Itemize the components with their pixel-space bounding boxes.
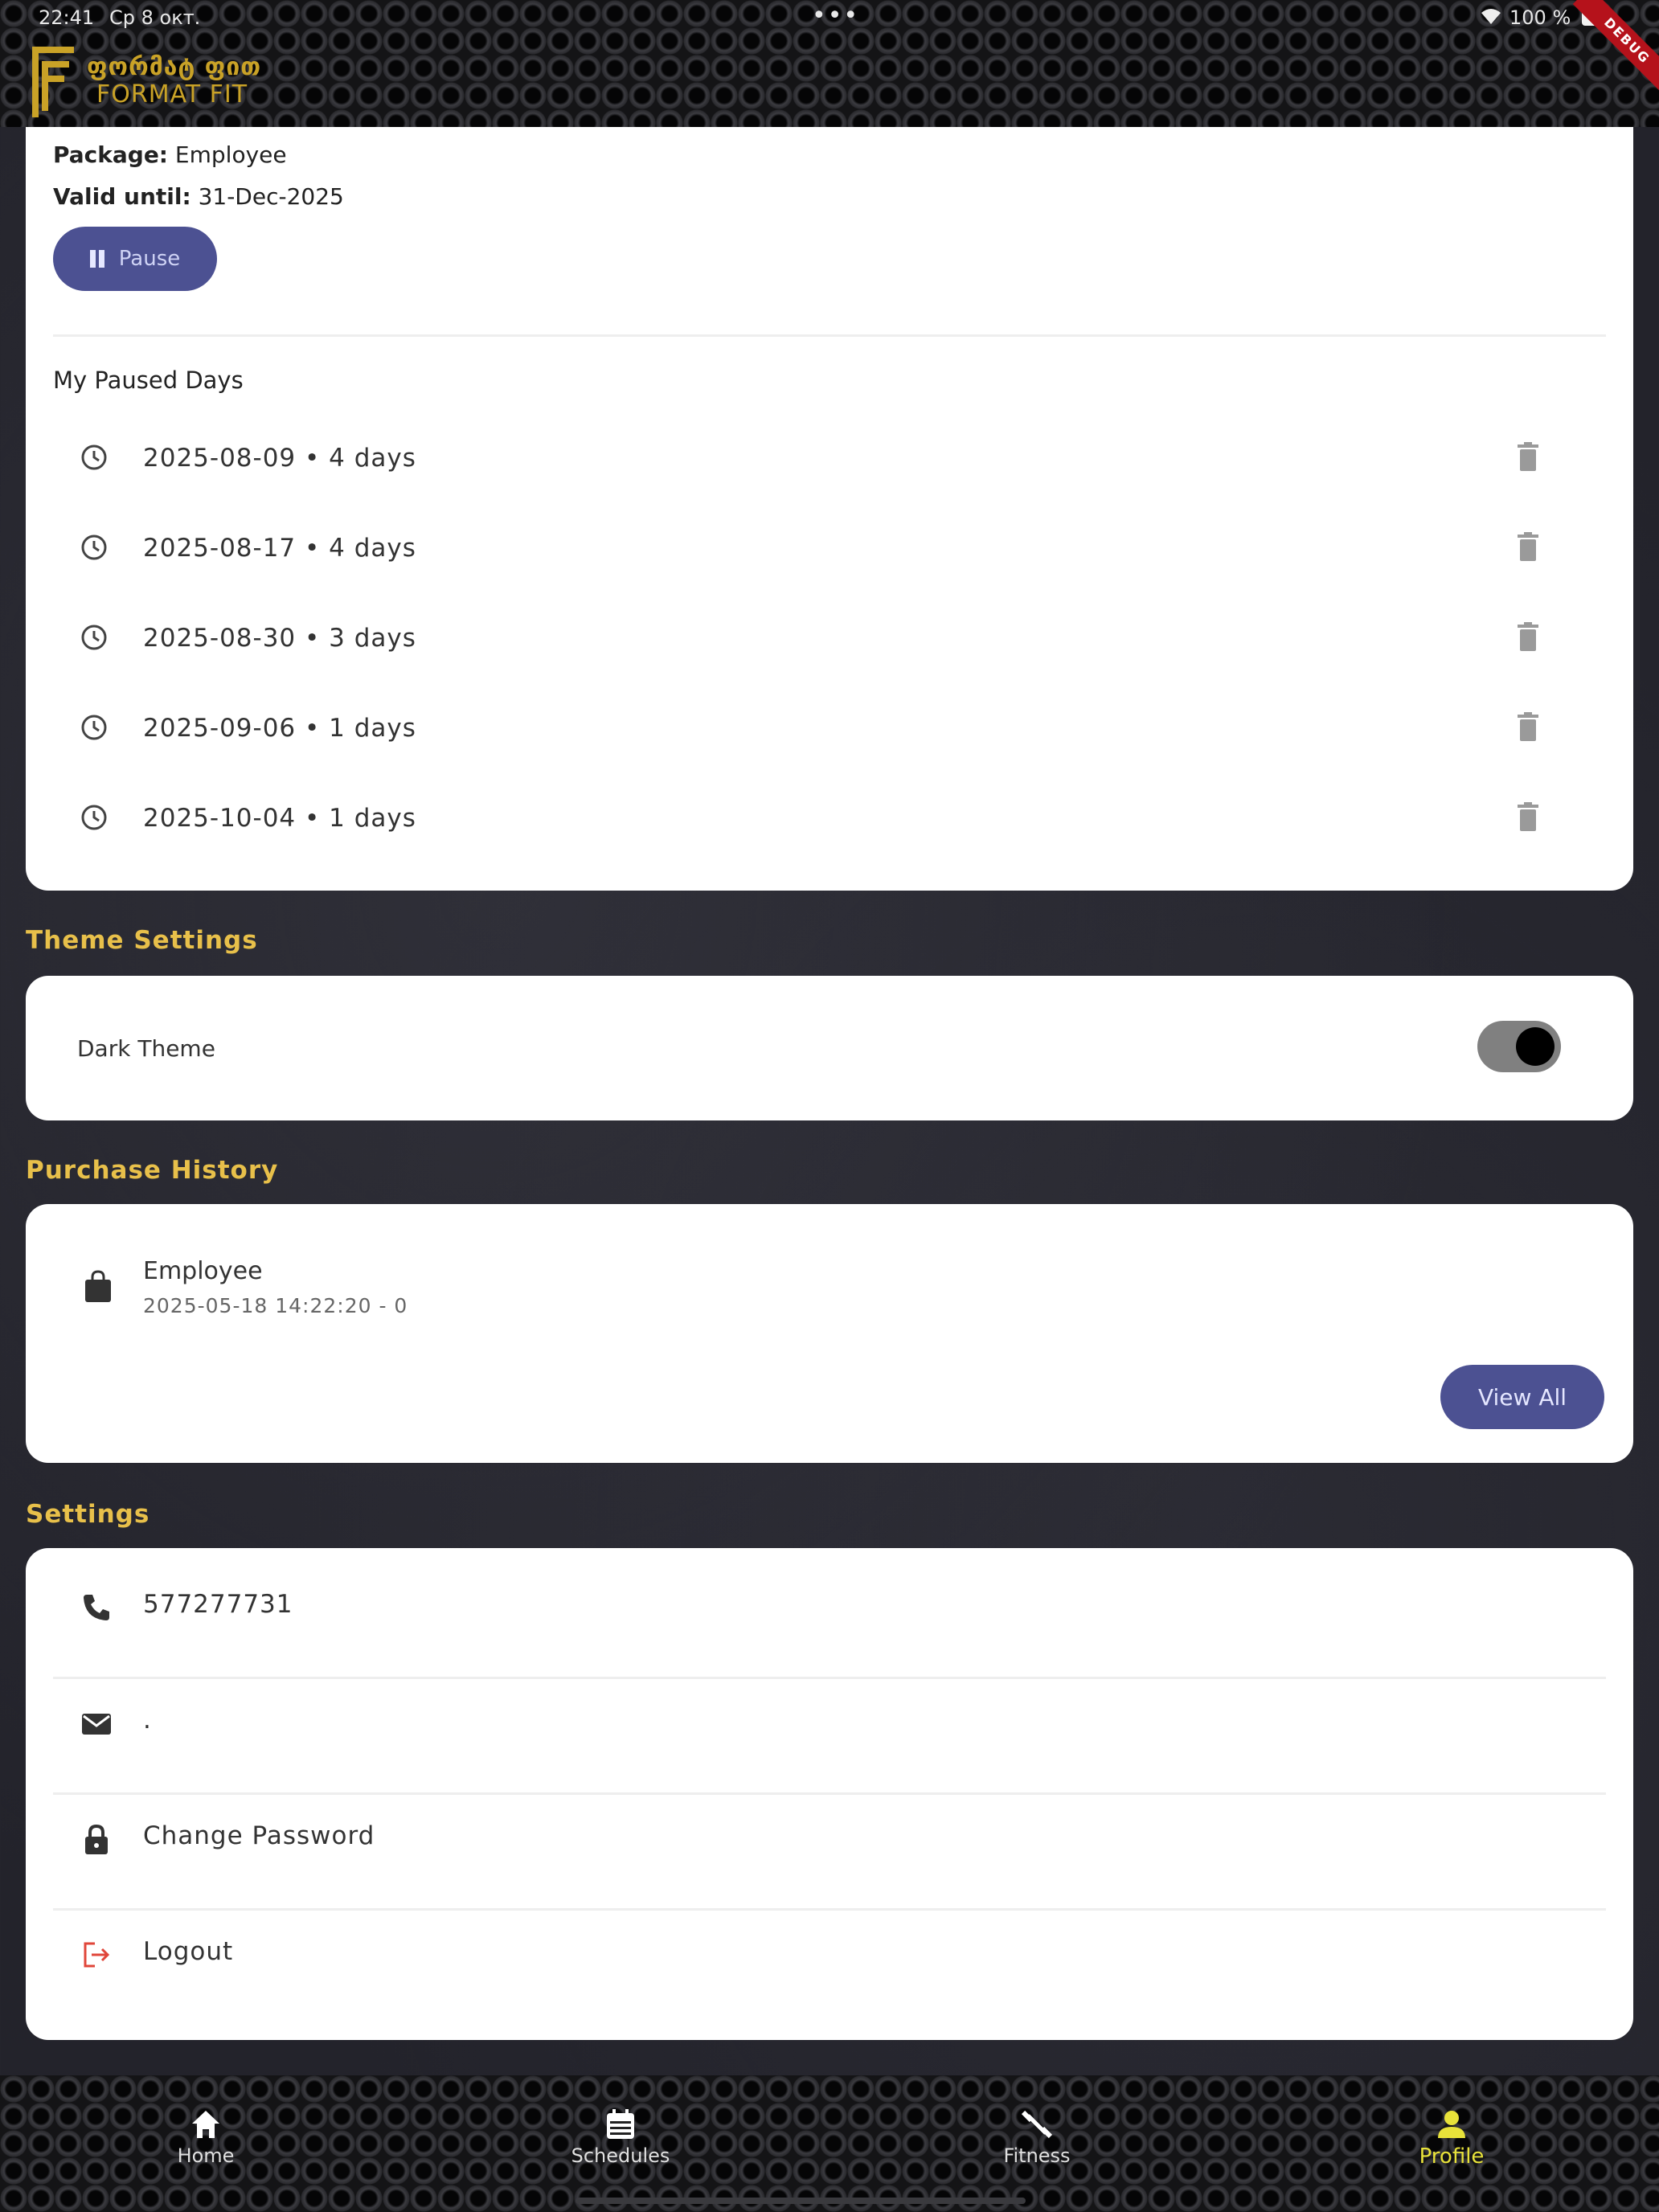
bottom-navigation: Home Schedules Fitness Profile (0, 2075, 1659, 2212)
package-label: Package: (53, 141, 169, 168)
nav-home-label: Home (177, 2144, 235, 2167)
dark-theme-label: Dark Theme (77, 1035, 215, 1062)
delete-icon[interactable] (1518, 442, 1538, 471)
clock-icon (81, 535, 107, 560)
theme-settings-title: Theme Settings (26, 926, 258, 955)
pause-icon (89, 250, 104, 268)
paused-day-text: 2025-10-04 • 1 days (143, 804, 416, 833)
nav-profile-label: Profile (1419, 2144, 1485, 2169)
person-icon (1438, 2111, 1465, 2138)
delete-icon[interactable] (1518, 802, 1538, 831)
paused-day-row: 2025-08-30 • 3 days (26, 603, 1633, 675)
nav-profile[interactable]: Profile (1371, 2108, 1532, 2188)
status-date: Ср 8 окт. (109, 6, 201, 29)
valid-until-label: Valid until: (53, 183, 191, 210)
logout-row[interactable]: Logout (26, 1895, 1633, 2011)
pause-button[interactable]: Pause (53, 227, 217, 291)
delete-icon[interactable] (1518, 622, 1538, 651)
app-logo: ფორმატ ფით FORMAT FIT (29, 40, 270, 121)
divider (53, 334, 1606, 337)
purchase-history-title: Purchase History (26, 1156, 279, 1185)
nav-fitness[interactable]: Fitness (956, 2108, 1117, 2188)
clock-icon (81, 625, 107, 650)
phone-number: 577277731 (143, 1590, 293, 1619)
valid-until-row: Valid until: 31-Dec-2025 (53, 183, 344, 210)
change-password-row[interactable]: Change Password (26, 1780, 1633, 1895)
package-value: Employee (174, 141, 287, 168)
purchase-date: 2025-05-18 14:22:20 - 0 (143, 1294, 408, 1317)
settings-email-row[interactable]: . (26, 1664, 1633, 1780)
paused-days-title: My Paused Days (53, 367, 244, 394)
pause-button-label: Pause (118, 247, 181, 271)
settings-card: 577277731 . Change Password Logout (26, 1548, 1633, 2040)
paused-day-row: 2025-08-17 • 4 days (26, 513, 1633, 585)
settings-title: Settings (26, 1500, 150, 1529)
valid-until-value: 31-Dec-2025 (198, 183, 344, 210)
lock-icon (85, 1824, 108, 1854)
multitasking-dots[interactable]: ••• (812, 2, 859, 30)
clock-icon (81, 444, 107, 470)
wifi-icon (1479, 6, 1503, 31)
purchase-name: Employee (143, 1257, 263, 1285)
paused-day-text: 2025-09-06 • 1 days (143, 714, 416, 743)
purchase-history-card: Employee 2025-05-18 14:22:20 - 0 View Al… (26, 1204, 1633, 1463)
paused-day-text: 2025-08-17 • 4 days (143, 534, 416, 563)
view-all-button[interactable]: View All (1440, 1365, 1604, 1429)
app-header: 22:41 Ср 8 окт. ••• 100 % DEBUG ფორმატ ფ… (0, 0, 1659, 127)
status-bar: 22:41 Ср 8 окт. ••• 100 % (0, 0, 1659, 35)
delete-icon[interactable] (1518, 712, 1538, 741)
settings-phone-row[interactable]: 577277731 (26, 1548, 1633, 1664)
phone-icon (84, 1595, 109, 1620)
theme-settings-card: Dark Theme (26, 976, 1633, 1120)
membership-card: Package: Employee Valid until: 31-Dec-20… (26, 127, 1633, 891)
toggle-knob (1516, 1027, 1555, 1066)
package-row: Package: Employee (53, 141, 287, 168)
logout-label: Logout (143, 1937, 234, 1966)
dark-theme-toggle[interactable] (1477, 1021, 1561, 1072)
logo-text-georgian: ფორმატ ფით (87, 53, 262, 81)
home-icon (192, 2111, 219, 2138)
email-icon (82, 1714, 111, 1735)
paused-day-row: 2025-08-09 • 4 days (26, 423, 1633, 495)
change-password-label: Change Password (143, 1821, 375, 1850)
logout-icon (84, 1942, 110, 1968)
format-fit-logo-icon (32, 47, 74, 117)
status-time: 22:41 (39, 6, 95, 29)
battery-percentage: 100 % (1509, 6, 1571, 29)
paused-day-row: 2025-09-06 • 1 days (26, 693, 1633, 765)
shopping-bag-icon (85, 1270, 111, 1302)
nav-schedules[interactable]: Schedules (540, 2108, 701, 2188)
delete-icon[interactable] (1518, 532, 1538, 561)
clock-icon (81, 715, 107, 740)
nav-fitness-label: Fitness (1003, 2144, 1071, 2167)
email-address: . (143, 1706, 152, 1735)
paused-day-text: 2025-08-09 • 4 days (143, 444, 416, 473)
logo-text-latin: FORMAT FIT (96, 80, 248, 109)
nav-schedules-label: Schedules (571, 2144, 670, 2167)
paused-day-text: 2025-08-30 • 3 days (143, 624, 416, 653)
clock-icon (81, 805, 107, 830)
nav-home[interactable]: Home (125, 2108, 286, 2188)
paused-day-row: 2025-10-04 • 1 days (26, 783, 1633, 855)
calendar-icon (607, 2109, 634, 2139)
home-indicator[interactable] (576, 2198, 1026, 2204)
dumbbell-icon (1021, 2110, 1053, 2139)
